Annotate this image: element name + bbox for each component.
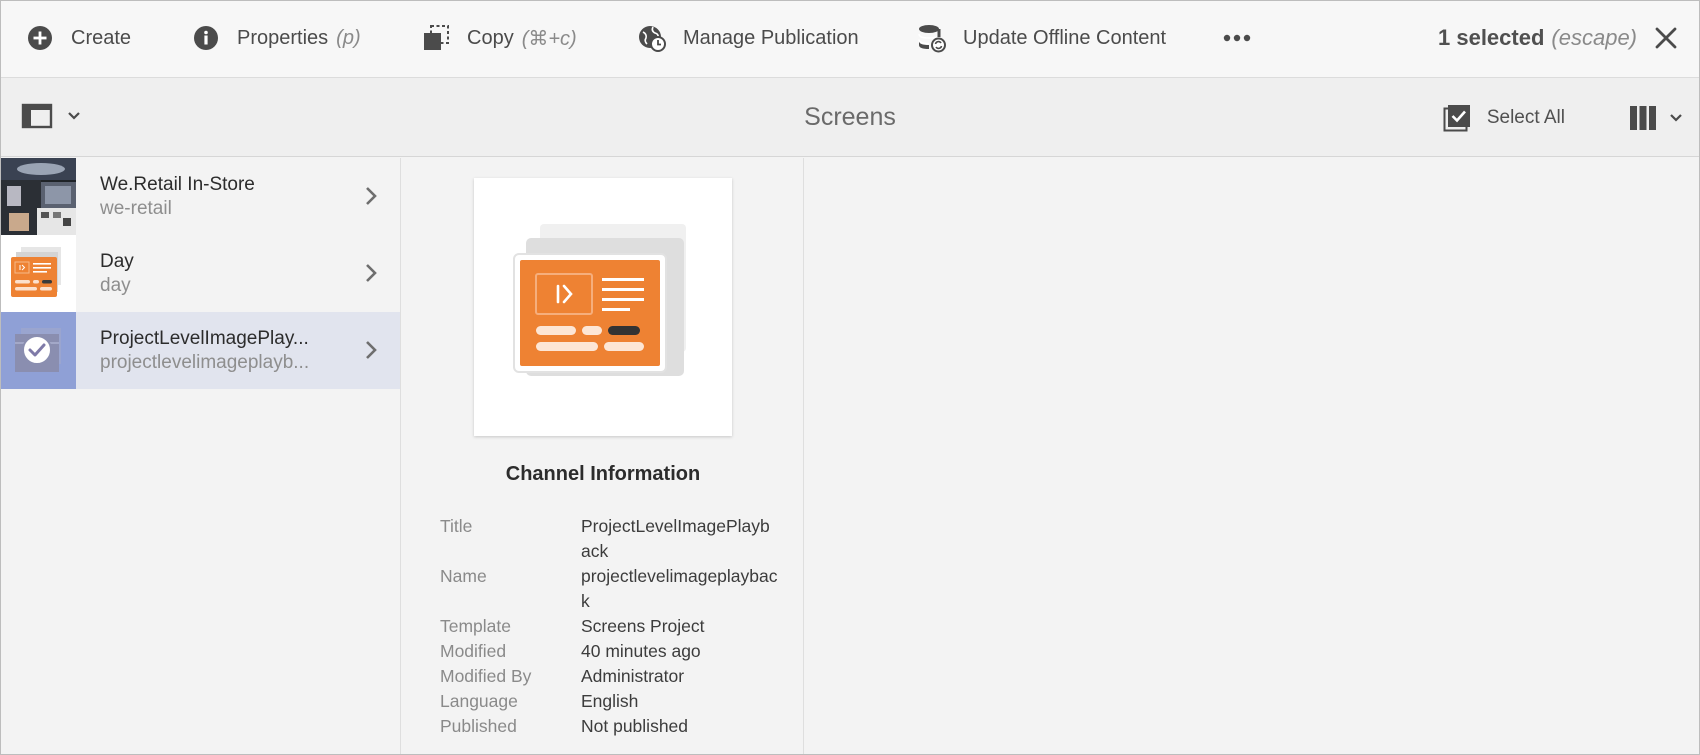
metadata-value: Screens Project <box>581 616 705 636</box>
metadata-value: projectlevelimageplayback <box>581 566 778 611</box>
metadata-value: ProjectLevelImagePlayback <box>581 516 770 561</box>
metadata-value: Not published <box>581 716 689 736</box>
properties-label: Properties <box>237 26 329 49</box>
properties-button[interactable]: Properties (p) <box>191 1 361 75</box>
create-button[interactable]: Create <box>25 1 131 75</box>
database-sync-icon <box>917 23 947 53</box>
list-item-text: We.Retail In-Store we-retail <box>100 173 400 221</box>
selection-count-text: 1 selected <box>1438 25 1545 50</box>
copy-icon <box>421 23 451 53</box>
column-view-icon <box>1630 106 1656 130</box>
channel-preview-card <box>474 178 732 436</box>
preview-column: Channel Information Title ProjectLevelIm… <box>402 158 804 754</box>
title-bar: Screens Select All <box>1 78 1699 157</box>
action-bar: Create Properties (p) Copy (⌘+c) Manage … <box>1 1 1699 78</box>
column-root: We.Retail In-Store we-retail Day day Pro… <box>1 158 401 754</box>
metadata-row-template: Template Screens Project <box>440 614 780 639</box>
metadata-key: Modified By <box>440 666 532 686</box>
metadata-key: Published <box>440 716 517 736</box>
thumbnail-day <box>1 235 76 312</box>
chevron-right-icon <box>366 187 377 205</box>
more-actions-button[interactable] <box>1223 1 1251 75</box>
preview-heading: Channel Information <box>505 463 701 485</box>
chevron-down-icon <box>68 112 80 120</box>
manage-publication-label: Manage Publication <box>683 26 859 49</box>
rail-toggle-icon <box>21 103 53 129</box>
update-offline-content-label: Update Offline Content <box>963 26 1167 49</box>
create-label: Create <box>71 26 132 49</box>
list-item-title: ProjectLevelImagePlay... <box>100 327 309 349</box>
metadata-row-title: Title ProjectLevelImagePlayback <box>440 514 780 564</box>
list-item-text: Day day <box>100 250 400 298</box>
metadata-row-modified-by: Modified By Administrator <box>440 664 780 689</box>
globe-clock-icon <box>637 23 667 53</box>
copy-shortcut: (⌘+c) <box>521 27 577 50</box>
chevron-right-icon <box>366 341 377 359</box>
chevron-down-icon <box>1670 114 1682 122</box>
close-icon <box>1655 27 1677 49</box>
properties-shortcut: (p) <box>336 26 361 49</box>
metadata-key: Template <box>440 616 512 636</box>
escape-hint: (escape) <box>1551 25 1637 50</box>
select-all-button[interactable]: Select All <box>1443 78 1565 157</box>
list-item-projectlevelimageplayback[interactable]: ProjectLevelImagePlay... projectlevelima… <box>1 312 400 389</box>
metadata-key: Name <box>440 566 487 586</box>
metadata-key: Language <box>440 691 518 711</box>
rail-toggle-button[interactable] <box>21 103 81 129</box>
list-item-name: day <box>100 274 131 296</box>
list-item-title: Day <box>100 250 134 272</box>
metadata-row-modified: Modified 40 minutes ago <box>440 639 780 664</box>
thumbnail-selected <box>1 312 76 389</box>
list-item-title: We.Retail In-Store <box>100 173 255 195</box>
metadata-row-language: Language English <box>440 689 780 714</box>
metadata-value: English <box>581 691 639 711</box>
thumbnail-we-retail <box>1 158 76 235</box>
app-window: Create Properties (p) Copy (⌘+c) Manage … <box>0 0 1700 755</box>
select-all-icon <box>1443 104 1471 132</box>
metadata-key: Modified <box>440 641 507 661</box>
manage-publication-button[interactable]: Manage Publication <box>637 1 859 75</box>
metadata-value: Administrator <box>581 666 685 686</box>
metadata-row-published: Published Not published <box>440 714 780 739</box>
select-all-label: Select All <box>1486 106 1565 128</box>
copy-button[interactable]: Copy (⌘+c) <box>421 1 577 75</box>
ellipsis-icon <box>1223 34 1251 42</box>
list-item-text: ProjectLevelImagePlay... projectlevelima… <box>100 327 400 375</box>
channel-icon <box>513 224 686 376</box>
selection-count: 1 selected (escape) <box>1438 1 1637 75</box>
list-item-name: projectlevelimageplayb... <box>100 351 310 373</box>
info-icon <box>191 23 221 53</box>
add-circle-icon <box>25 23 55 53</box>
list-item-we-retail[interactable]: We.Retail In-Store we-retail <box>1 158 400 235</box>
metadata-key: Title <box>440 516 473 536</box>
list-item-day[interactable]: Day day <box>1 235 400 312</box>
metadata-row-name: Name projectlevelimageplayback <box>440 564 780 614</box>
chevron-right-icon <box>366 264 377 282</box>
metadata-list: Title ProjectLevelImagePlayback Name pro… <box>440 514 780 739</box>
list-item-name: we-retail <box>100 197 172 219</box>
close-selection-button[interactable] <box>1653 25 1679 51</box>
update-offline-content-button[interactable]: Update Offline Content <box>917 1 1166 75</box>
view-switcher-button[interactable] <box>1629 105 1683 131</box>
empty-column <box>805 158 1699 754</box>
copy-label: Copy <box>467 26 514 49</box>
metadata-value: 40 minutes ago <box>581 641 701 661</box>
